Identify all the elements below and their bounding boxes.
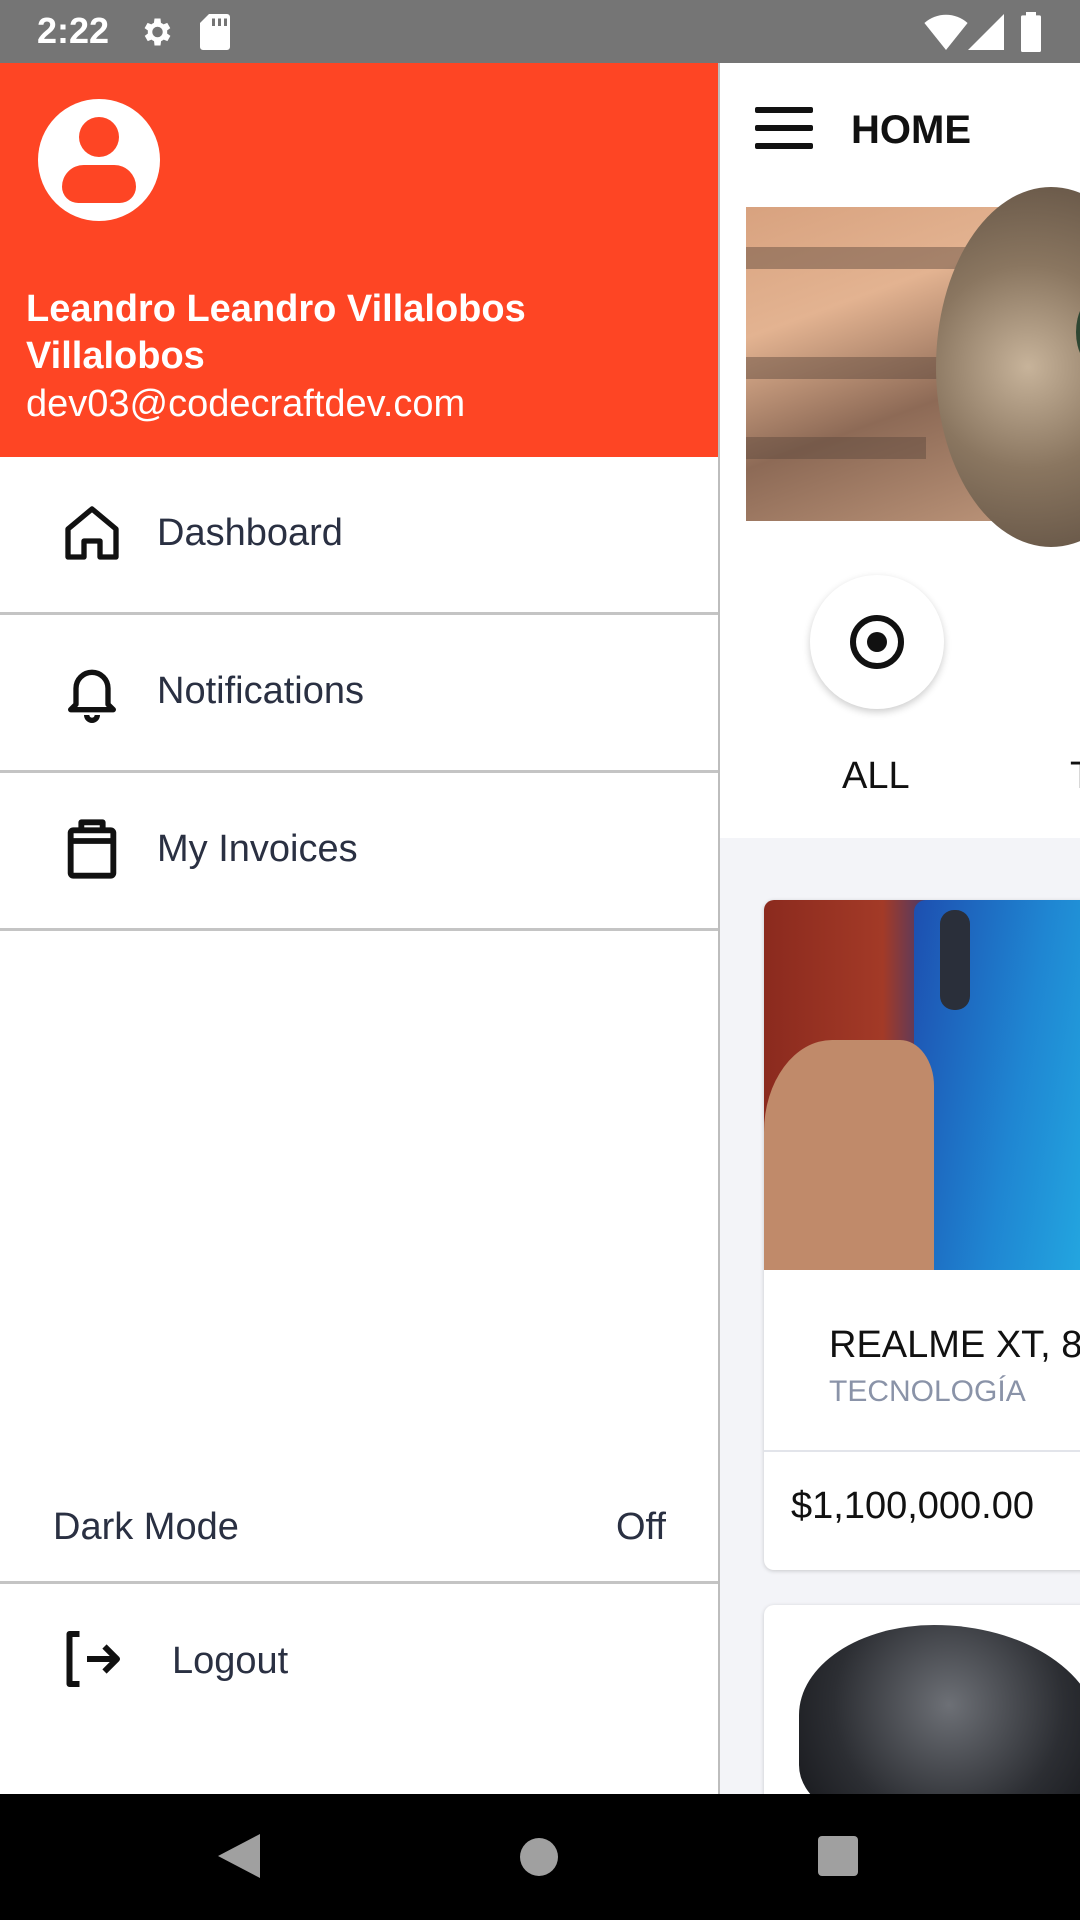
home-icon: [65, 506, 119, 560]
banner-image[interactable]: [746, 187, 1080, 547]
battery-icon: [1021, 12, 1041, 52]
home-nav-icon[interactable]: [520, 1838, 558, 1876]
status-bar: 2:22: [0, 0, 1080, 63]
avatar[interactable]: [38, 99, 160, 221]
top-app-bar: HOME: [718, 63, 1080, 195]
menu-icon[interactable]: [755, 107, 813, 149]
drawer-item-notifications[interactable]: Notifications: [0, 615, 718, 773]
product-title: REALME XT, 8: [829, 1324, 1080, 1366]
main-screen: HOME ALL T REALME XT, 8 TECNOLOGÍA $1,10…: [718, 63, 1080, 1794]
system-nav-bar: [0, 1794, 1080, 1920]
product-image: [799, 1625, 1080, 1794]
drawer-item-label: Dashboard: [157, 512, 343, 554]
logout-label: Logout: [172, 1640, 289, 1682]
drawer-item-label: My Invoices: [157, 828, 358, 870]
clipboard-icon: [67, 819, 117, 879]
category-all-button[interactable]: [810, 575, 944, 709]
product-card[interactable]: REALME XT, 8 TECNOLOGÍA $1,100,000.00: [764, 900, 1080, 1570]
dark-mode-label: Dark Mode: [53, 1506, 239, 1548]
drawer-item-my-invoices[interactable]: My Invoices: [0, 773, 718, 931]
drawer-item-dashboard[interactable]: Dashboard: [0, 457, 718, 615]
user-name: Leandro Leandro Villalobos Villalobos: [26, 288, 526, 377]
logout-icon: [66, 1631, 120, 1687]
dark-mode-toggle[interactable]: Dark Mode Off: [0, 1469, 718, 1584]
dark-mode-value: Off: [616, 1506, 666, 1548]
user-email: dev03@codecraftdev.com: [26, 383, 466, 425]
drawer-header: Leandro Leandro Villalobos Villalobos de…: [0, 63, 718, 457]
drawer-item-label: Notifications: [157, 670, 364, 712]
product-image: [764, 900, 1080, 1270]
navigation-drawer: Leandro Leandro Villalobos Villalobos de…: [0, 63, 720, 1794]
bell-icon: [68, 669, 116, 723]
gear-icon: [144, 18, 171, 46]
status-time: 2:22: [37, 10, 110, 51]
sd-card-icon: [200, 14, 230, 50]
category-label: T: [1070, 755, 1080, 798]
product-category: TECNOLOGÍA: [829, 1375, 1026, 1408]
product-card[interactable]: [764, 1605, 1080, 1794]
signal-icon: [968, 14, 1004, 50]
wifi-icon: [924, 14, 968, 50]
page-title: HOME: [851, 108, 971, 152]
recent-apps-icon[interactable]: [818, 1836, 858, 1876]
category-all-label: ALL: [842, 755, 910, 797]
back-icon[interactable]: [218, 1834, 260, 1878]
logout-button[interactable]: Logout: [0, 1584, 718, 1739]
divider: [764, 1450, 1080, 1452]
product-price: $1,100,000.00: [791, 1485, 1035, 1527]
